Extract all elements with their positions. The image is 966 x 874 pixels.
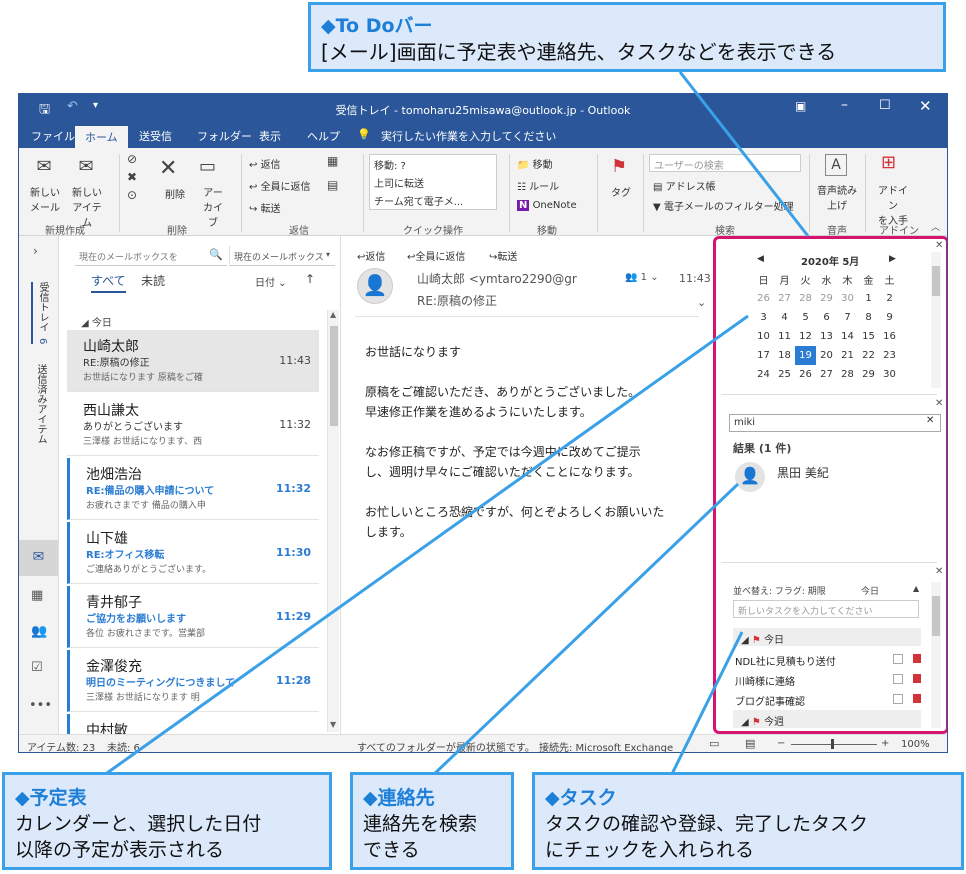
callout-contacts-title: ◆連絡先 — [363, 787, 435, 809]
callout-calendar-title: ◆予定表 — [15, 787, 87, 809]
callout-todo-title: ◆To Doバー — [321, 15, 433, 37]
tasks-pointer-line — [668, 631, 744, 779]
callout-tasks-body-2: にチェックを入れられる — [545, 839, 755, 861]
todo-pointer-line — [678, 71, 810, 237]
callout-tasks-body-1: タスクの確認や登録、完了したタスク — [545, 813, 869, 835]
callout-todo-bar: ◆To Doバー [メール]画面に予定表や連絡先、タスクなどを表示できる — [308, 2, 946, 72]
callout-calendar-body-1: カレンダーと、選択した日付 — [15, 813, 262, 835]
callout-contacts: ◆連絡先 連絡先を検索 できる — [350, 772, 514, 870]
callout-todo-body: [メール]画面に予定表や連絡先、タスクなどを表示できる — [321, 40, 837, 64]
callout-pointers — [99, 71, 810, 780]
callout-tasks-title: ◆タスク — [545, 787, 617, 809]
callout-tasks: ◆タスク タスクの確認や登録、完了したタスク にチェックを入れられる — [532, 772, 964, 870]
callout-contacts-body-2: できる — [363, 839, 420, 861]
calendar-pointer-line — [99, 314, 749, 780]
callout-calendar-body-2: 以降の予定が表示される — [15, 839, 225, 861]
callout-contacts-body-1: 連絡先を検索 — [363, 813, 478, 835]
callout-calendar: ◆予定表 カレンダーと、選択した日付 以降の予定が表示される — [2, 772, 332, 870]
